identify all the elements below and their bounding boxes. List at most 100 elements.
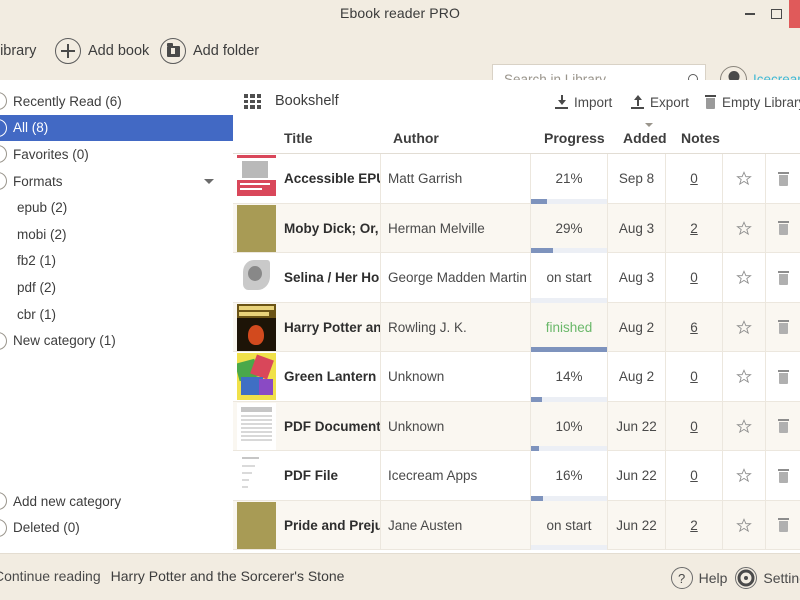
delete-book-button[interactable] (765, 302, 800, 352)
notes-count-link[interactable]: 2 (690, 518, 698, 533)
chevron-down-icon[interactable] (204, 179, 214, 185)
delete-book-button[interactable] (765, 451, 800, 501)
close-button[interactable] (789, 0, 800, 28)
book-cover-thumbnail[interactable] (237, 254, 276, 301)
delete-book-button[interactable] (765, 352, 800, 402)
column-header-progress[interactable]: Progress (544, 130, 605, 146)
sidebar-item-new-category-1[interactable]: New category (1) (0, 327, 233, 354)
book-added-date-text: Aug 3 (618, 220, 655, 236)
favorite-toggle[interactable] (722, 253, 765, 303)
minimize-button[interactable] (737, 0, 763, 28)
star-icon[interactable] (736, 270, 752, 285)
help-button[interactable]: ? Help (670, 567, 727, 589)
export-button[interactable]: Export (631, 93, 689, 111)
trash-icon[interactable] (777, 468, 789, 483)
notes-count-link[interactable]: 0 (690, 468, 698, 483)
trash-icon[interactable] (777, 270, 789, 285)
book-added-date-text: Aug 3 (618, 270, 655, 286)
sidebar-item-fb2-1[interactable]: fb2 (1) (0, 248, 233, 275)
sidebar-item-epub-2[interactable]: epub (2) (0, 194, 233, 221)
star-icon[interactable] (736, 369, 752, 384)
sidebar-bottom-list: Add new category Deleted (0) (0, 488, 233, 541)
notes-count-link[interactable]: 6 (690, 320, 698, 335)
progress-label: finished (545, 319, 593, 335)
sidebar-item-formats[interactable]: Formats (0, 168, 233, 195)
sidebar-item-pdf-2[interactable]: pdf (2) (0, 274, 233, 301)
trash-icon[interactable] (777, 221, 789, 236)
add-folder-button[interactable]: Add folder (160, 28, 259, 74)
sidebar-item-deleted-0[interactable]: Deleted (0) (0, 514, 233, 541)
notes-count-link[interactable]: 0 (690, 270, 698, 285)
sidebar-item-label: pdf (2) (17, 279, 57, 295)
book-cover-thumbnail[interactable] (237, 155, 276, 202)
notes-count-link[interactable]: 0 (690, 419, 698, 434)
maximize-button[interactable] (763, 0, 789, 28)
book-progress: 29% (530, 203, 607, 253)
delete-book-button[interactable] (765, 500, 800, 550)
notes-count-link[interactable]: 2 (690, 221, 698, 236)
book-cover-thumbnail[interactable] (237, 452, 276, 499)
delete-book-button[interactable] (765, 401, 800, 451)
sidebar: Recently Read (6) All (8) Favorites (0) For… (0, 80, 233, 553)
book-cover-thumbnail[interactable] (237, 303, 276, 351)
sidebar-item-add-new-category[interactable]: Add new category (0, 488, 233, 515)
book-cover-thumbnail[interactable] (237, 353, 276, 400)
column-header-notes[interactable]: Notes (681, 130, 720, 146)
favorite-toggle[interactable] (722, 203, 765, 253)
column-header-added[interactable]: Added (623, 130, 667, 146)
star-icon[interactable] (736, 517, 752, 533)
sidebar-item-cbr-1[interactable]: cbr (1) (0, 301, 233, 328)
trash-icon[interactable] (777, 320, 789, 335)
favorite-toggle[interactable] (722, 352, 765, 402)
table-row[interactable]: Green Lantern v Unknown 14% Aug 2 0 (233, 352, 800, 402)
trash-icon[interactable] (777, 171, 789, 186)
library-button[interactable]: Library (0, 28, 36, 74)
table-row[interactable]: Harry Potter an Rowling J. K. finished Aug … (233, 302, 800, 352)
table-row[interactable]: Pride and Preju Jane Austen on start Jun 22… (233, 500, 800, 550)
table-row[interactable]: PDF File Icecream Apps 16% Jun 22 0 (233, 451, 800, 501)
book-cover-thumbnail[interactable] (237, 501, 276, 549)
grid-view-icon[interactable] (244, 94, 261, 110)
delete-book-button[interactable] (765, 253, 800, 303)
star-icon[interactable] (736, 171, 752, 186)
delete-book-button[interactable] (765, 154, 800, 204)
table-row[interactable]: Accessible EPUB Matt Garrish 21% Sep 8 0 (233, 154, 800, 204)
favorite-toggle[interactable] (722, 500, 765, 550)
import-button[interactable]: Import (555, 93, 612, 111)
add-book-button[interactable]: Add book (55, 28, 149, 74)
sidebar-item-favorites-0[interactable]: Favorites (0) (0, 141, 233, 168)
trash-icon[interactable] (777, 419, 789, 434)
star-icon[interactable] (736, 319, 752, 335)
favorite-toggle[interactable] (722, 302, 765, 352)
sidebar-item-mobi-2[interactable]: mobi (2) (0, 221, 233, 248)
category-circle-icon (0, 92, 7, 111)
book-notes-count: 0 (665, 253, 722, 303)
favorite-toggle[interactable] (722, 451, 765, 501)
notes-count-link[interactable]: 0 (690, 369, 698, 384)
trash-icon[interactable] (777, 518, 789, 533)
star-icon[interactable] (736, 418, 752, 434)
star-icon[interactable] (736, 220, 752, 236)
delete-book-button[interactable] (765, 203, 800, 253)
column-header-author[interactable]: Author (393, 130, 439, 146)
column-header-title[interactable]: Title (284, 130, 313, 146)
empty-library-button[interactable]: Empty Library (705, 93, 800, 111)
table-row[interactable]: Moby Dick; Or, Herman Melville 29% Aug 3 2 (233, 203, 800, 253)
notes-count-link[interactable]: 0 (690, 171, 698, 186)
table-row[interactable]: Selina / Her Ho George Madden Martin on st… (233, 253, 800, 303)
book-title: Green Lantern v (279, 352, 380, 402)
star-icon[interactable] (736, 468, 752, 483)
book-cover-thumbnail[interactable] (237, 204, 276, 252)
favorite-toggle[interactable] (722, 401, 765, 451)
book-title: PDF Document (279, 402, 380, 452)
favorite-toggle[interactable] (722, 154, 765, 204)
trash-icon[interactable] (777, 369, 789, 384)
book-author-text: Jane Austen (388, 517, 463, 533)
sidebar-item-all-8[interactable]: All (8) (0, 114, 233, 142)
settings-button[interactable]: Settings (735, 567, 800, 589)
table-row[interactable]: PDF Document Unknown 10% Jun 22 0 (233, 401, 800, 452)
book-table-body: Accessible EPUB Matt Garrish 21% Sep 8 0 Moby… (233, 154, 800, 553)
sidebar-item-recently-read-6[interactable]: Recently Read (6) (0, 88, 233, 115)
continue-reading-area[interactable]: Continue reading Harry Potter and the So… (0, 568, 344, 584)
book-cover-thumbnail[interactable] (237, 402, 276, 450)
